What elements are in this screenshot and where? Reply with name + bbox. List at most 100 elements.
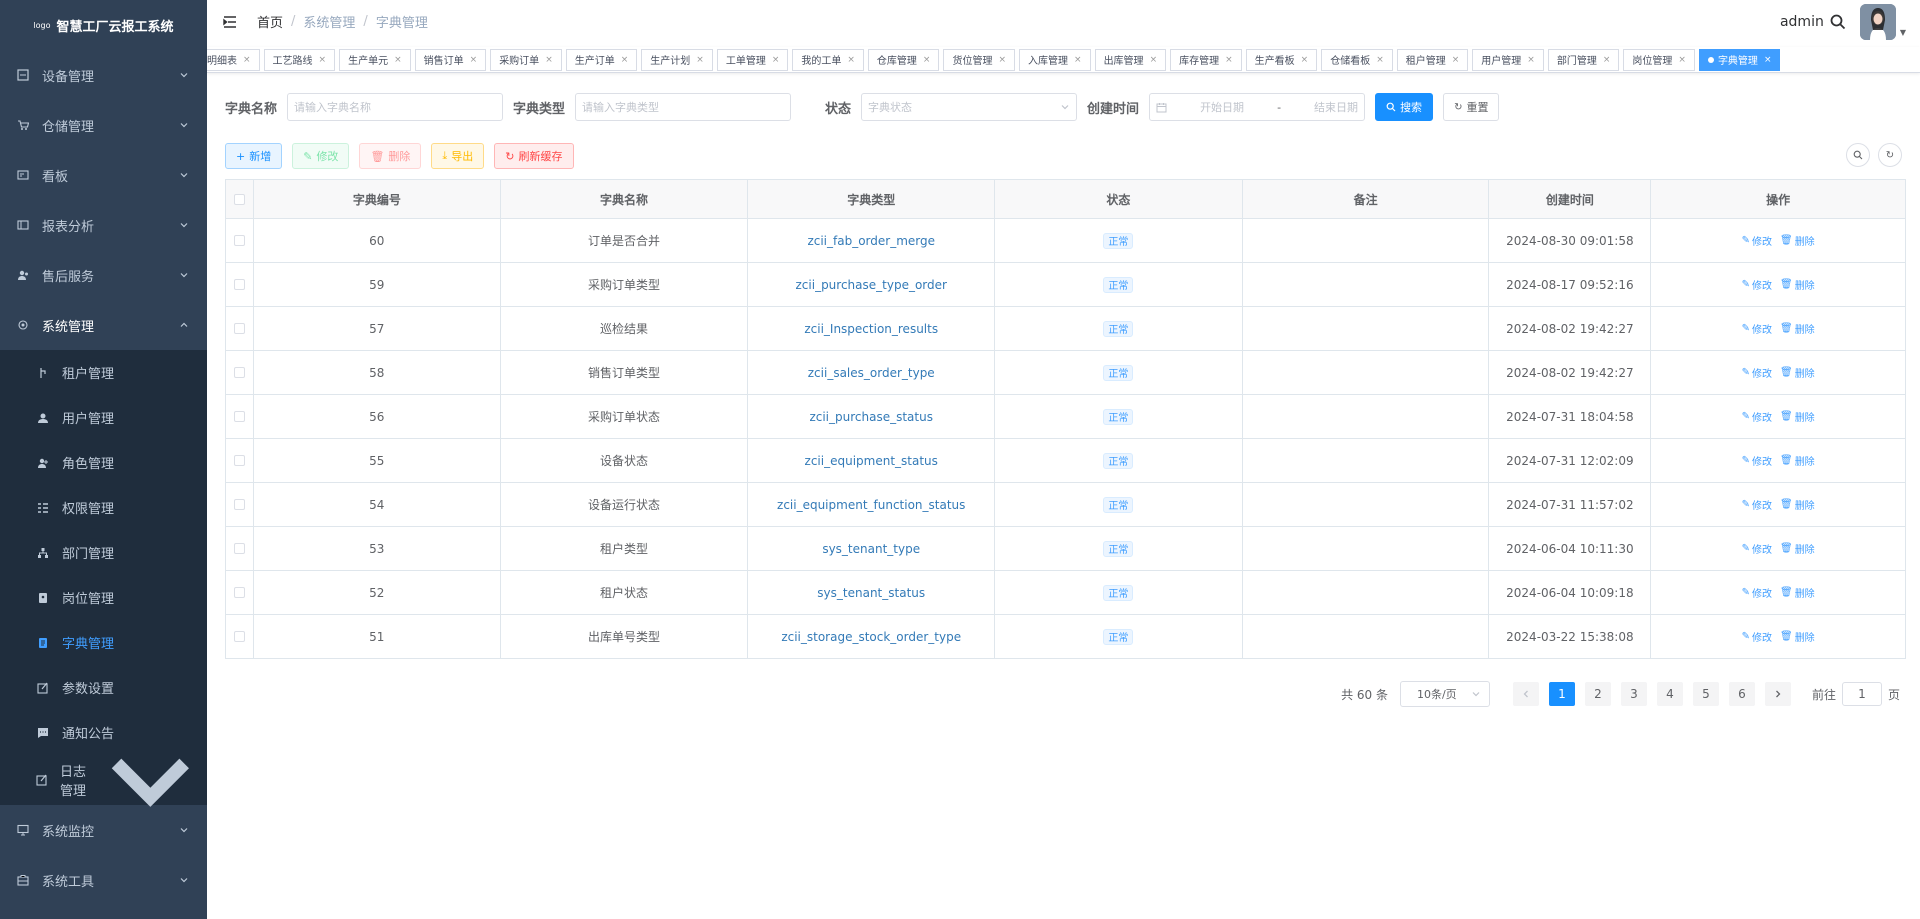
dict-type-link[interactable]: zcii_purchase_type_order [796, 278, 947, 292]
dict-name-input[interactable]: 请输入字典名称 [287, 93, 504, 121]
sidebar-item-report[interactable]: 报表分析 [0, 200, 207, 250]
sidebar-item-permission[interactable]: 权限管理 [0, 485, 207, 530]
table-row[interactable]: 56 采购订单状态 zcii_purchase_status 正常 2024-07-31… [226, 395, 1905, 439]
tag-12[interactable]: 出库管理 × [1094, 48, 1167, 71]
sidebar-item-dictionary[interactable]: 字典管理 [0, 620, 207, 665]
table-row[interactable]: 51 出库单号类型 zcii_storage_stock_order_type 正常 2… [226, 615, 1905, 659]
row-checkbox[interactable] [233, 279, 245, 290]
caret-down-icon[interactable]: ▼ [1900, 28, 1906, 37]
row-checkbox[interactable] [233, 411, 245, 422]
close-icon[interactable]: × [1376, 55, 1384, 65]
tag-2[interactable]: 生产单元 × [339, 48, 411, 71]
dict-type-link[interactable]: sys_tenant_status [817, 586, 925, 600]
sidebar-item-dashboard[interactable]: 看板 [0, 150, 207, 200]
close-icon[interactable]: × [1678, 55, 1686, 65]
row-edit-button[interactable]: ✎ 修改 [1742, 409, 1772, 424]
table-row[interactable]: 52 租户状态 sys_tenant_status 正常 2024-06-04 10:0… [226, 571, 1905, 615]
row-delete-button[interactable]: 🗑 删除 [1780, 585, 1815, 600]
tag-19[interactable]: 岗位管理 × [1623, 48, 1695, 71]
select-all-checkbox[interactable] [233, 193, 245, 205]
sidebar-item-system[interactable]: 系统管理 [0, 300, 207, 350]
tag-17[interactable]: 用户管理 × [1472, 48, 1544, 71]
refresh-table-button[interactable]: ↻ [1878, 143, 1902, 167]
row-checkbox[interactable] [233, 631, 245, 642]
table-row[interactable]: 54 设备运行状态 zcii_equipment_function_status 正常… [226, 483, 1905, 527]
row-delete-button[interactable]: 🗑 删除 [1780, 365, 1815, 380]
sidebar-item-log[interactable]: 日志管理 [0, 755, 207, 807]
tag-20[interactable]: 字典管理 × [1698, 48, 1781, 71]
row-delete-button[interactable]: 🗑 删除 [1780, 277, 1815, 292]
tag-16[interactable]: 租户管理 × [1396, 48, 1469, 71]
tag-14[interactable]: 生产看板 × [1245, 48, 1318, 71]
avatar[interactable] [1859, 4, 1896, 40]
close-icon[interactable]: × [923, 55, 931, 65]
row-checkbox[interactable] [233, 499, 245, 510]
search-icon[interactable] [1830, 14, 1846, 30]
close-icon[interactable]: × [1527, 55, 1535, 65]
sidebar-item-post[interactable]: 岗位管理 [0, 575, 207, 620]
sidebar-item-role[interactable]: 角色管理 [0, 440, 207, 485]
row-checkbox[interactable] [233, 323, 245, 334]
close-icon[interactable]: × [772, 55, 780, 65]
end-date-placeholder[interactable]: 结束日期 [1314, 99, 1358, 115]
page-button-5[interactable]: 5 [1692, 682, 1719, 706]
refresh-cache-button[interactable]: ↻ 刷新缓存 [494, 143, 574, 169]
page-button-6[interactable]: 6 [1728, 682, 1755, 706]
username[interactable]: admin [1780, 14, 1824, 30]
row-delete-button[interactable]: 🗑 删除 [1780, 497, 1815, 512]
row-delete-button[interactable]: 🗑 删除 [1780, 233, 1815, 248]
table-row[interactable]: 55 设备状态 zcii_equipment_status 正常 2024-07-31 … [226, 439, 1905, 483]
sidebar-item-monitor[interactable]: 系统监控 [0, 805, 207, 855]
table-row[interactable]: 60 订单是否合并 zcii_fab_order_merge 正常 2024-08-30… [226, 219, 1905, 263]
row-edit-button[interactable]: ✎ 修改 [1742, 277, 1772, 292]
tag-8[interactable]: 我的工单 × [792, 48, 864, 71]
close-icon[interactable]: × [1764, 55, 1772, 65]
close-icon[interactable]: × [1225, 55, 1233, 65]
close-icon[interactable]: × [1301, 55, 1309, 65]
row-edit-button[interactable]: ✎ 修改 [1742, 365, 1772, 380]
sidebar-item-service[interactable]: 售后服务 [0, 250, 207, 300]
date-range-picker[interactable]: 开始日期 - 结束日期 [1149, 93, 1366, 121]
dict-type-link[interactable]: zcii_purchase_status [809, 410, 933, 424]
tag-4[interactable]: 采购订单 × [490, 48, 562, 71]
sidebar-item-warehouse[interactable]: 仓储管理 [0, 100, 207, 150]
tag-3[interactable]: 销售订单 × [414, 48, 487, 71]
edit-button[interactable]: ✎ 修改 [292, 143, 350, 169]
tag-11[interactable]: 入库管理 × [1019, 48, 1091, 71]
row-edit-button[interactable]: ✎ 修改 [1742, 585, 1772, 600]
row-delete-button[interactable]: 🗑 删除 [1780, 321, 1815, 336]
sidebar-item-tools[interactable]: 系统工具 [0, 855, 207, 905]
dict-type-link[interactable]: zcii_storage_stock_order_type [781, 630, 961, 644]
row-delete-button[interactable]: 🗑 删除 [1780, 409, 1815, 424]
toggle-search-button[interactable] [1846, 143, 1870, 167]
close-icon[interactable]: × [1074, 55, 1082, 65]
row-edit-button[interactable]: ✎ 修改 [1742, 629, 1772, 644]
close-icon[interactable]: × [696, 55, 704, 65]
dict-type-link[interactable]: zcii_Inspection_results [804, 322, 938, 336]
row-checkbox[interactable] [233, 543, 245, 554]
tag-18[interactable]: 部门管理 × [1547, 48, 1620, 71]
next-page-button[interactable] [1764, 682, 1791, 706]
hamburger-icon[interactable] [223, 15, 237, 29]
close-icon[interactable]: × [1603, 55, 1611, 65]
page-button-3[interactable]: 3 [1620, 682, 1647, 706]
sidebar-item-department[interactable]: 部门管理 [0, 530, 207, 575]
dict-type-link[interactable]: zcii_sales_order_type [808, 366, 935, 380]
status-select[interactable]: 字典状态 [861, 93, 1078, 121]
row-edit-button[interactable]: ✎ 修改 [1742, 321, 1772, 336]
tag-10[interactable]: 货位管理 × [943, 48, 1016, 71]
tag-6[interactable]: 生产计划 × [641, 48, 713, 71]
row-delete-button[interactable]: 🗑 删除 [1780, 541, 1815, 556]
tag-0[interactable]: 明细表 × [207, 48, 260, 71]
page-size-select[interactable]: 10条/页 [1399, 681, 1490, 707]
prev-page-button[interactable] [1512, 682, 1539, 706]
table-row[interactable]: 59 采购订单类型 zcii_purchase_type_order 正常 2024-0… [226, 263, 1905, 307]
close-icon[interactable]: × [621, 55, 629, 65]
sidebar-item-equipment[interactable]: 设备管理 [0, 50, 207, 100]
dict-type-input[interactable]: 请输入字典类型 [575, 93, 792, 121]
page-button-1[interactable]: 1 [1548, 682, 1575, 706]
table-row[interactable]: 57 巡检结果 zcii_Inspection_results 正常 2024-08-0… [226, 307, 1905, 351]
page-button-2[interactable]: 2 [1584, 682, 1611, 706]
tag-15[interactable]: 仓储看板 × [1321, 48, 1393, 71]
close-icon[interactable]: × [1150, 55, 1158, 65]
